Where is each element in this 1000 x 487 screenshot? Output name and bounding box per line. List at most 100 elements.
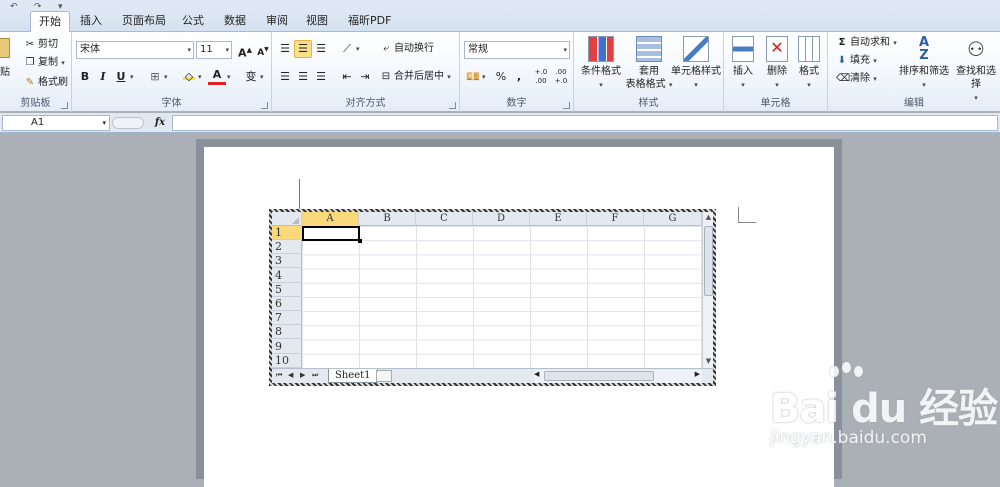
tab-foxit-pdf[interactable]: 福昕PDF	[340, 11, 399, 32]
chevron-down-icon[interactable]: ▾	[164, 73, 168, 81]
tab-view[interactable]: 视图	[298, 11, 336, 32]
format-cells-button[interactable]: 格式 ▾	[794, 36, 824, 92]
font-color-icon[interactable]: A	[208, 68, 226, 85]
currency-icon[interactable]: 💴	[464, 68, 482, 86]
tab-data[interactable]: 数据	[216, 11, 254, 32]
align-left-icon[interactable]: ☰	[276, 68, 294, 86]
copy-button[interactable]: ❐ 复制 ▾	[24, 54, 65, 72]
scroll-right-icon[interactable]: ▶	[695, 370, 700, 378]
align-middle-icon[interactable]: ☰	[294, 40, 312, 58]
first-sheet-icon[interactable]: ⏮	[276, 371, 282, 380]
merge-center-button[interactable]: ⊟ 合并后居中 ▾	[380, 68, 451, 86]
decrease-indent-icon[interactable]: ⇤	[338, 68, 356, 86]
row-header[interactable]: 3	[272, 254, 302, 269]
font-launcher-icon[interactable]	[261, 102, 268, 109]
row-header[interactable]: 5	[272, 283, 302, 297]
tab-insert[interactable]: 插入	[72, 11, 110, 32]
clear-button[interactable]: ⌫清除 ▾	[836, 70, 877, 88]
next-sheet-icon[interactable]: ▶	[300, 371, 305, 379]
tab-page-layout[interactable]: 页面布局	[114, 11, 174, 32]
find-select-button[interactable]: ⚇ 查找和选择 ▾	[952, 36, 1000, 105]
sort-filter-button[interactable]: AZ 排序和筛选 ▾	[898, 36, 950, 92]
italic-button[interactable]: I	[94, 68, 112, 86]
row-header[interactable]: 7	[272, 311, 302, 326]
number-format-select[interactable]: 常规 ▾	[464, 41, 570, 59]
column-header-e[interactable]: E	[530, 212, 587, 226]
row-header[interactable]: 9	[272, 340, 302, 354]
horizontal-scroll-thumb[interactable]	[544, 371, 654, 381]
increase-decimal-button[interactable]: +.0 .00	[532, 68, 550, 86]
horizontal-scrollbar[interactable]: ◀ ▶	[534, 370, 702, 383]
scroll-left-icon[interactable]: ◀	[534, 370, 539, 378]
chevron-down-icon[interactable]: ▾	[198, 73, 202, 81]
align-center-icon[interactable]: ☰	[294, 68, 312, 86]
embedded-spreadsheet[interactable]: A B C D E F G 1 2 3 4 5 6 7 8 9 10 ▲ ▼ ⏮…	[269, 209, 716, 386]
chevron-down-icon[interactable]: ▾	[130, 73, 134, 81]
insert-sheet-icon[interactable]	[376, 370, 392, 382]
vertical-scroll-thumb[interactable]	[704, 226, 713, 296]
orientation-icon[interactable]: ⟋	[338, 40, 356, 58]
font-size-select[interactable]: 11 ▾	[196, 41, 232, 59]
delete-cells-button[interactable]: ✕ 删除 ▾	[762, 36, 792, 92]
column-header-c[interactable]: C	[416, 212, 473, 226]
chevron-down-icon[interactable]: ▾	[260, 73, 264, 81]
number-launcher-icon[interactable]	[563, 102, 570, 109]
row-header[interactable]: 4	[272, 269, 302, 283]
decrease-decimal-button[interactable]: .00 +.0	[552, 68, 570, 86]
row-header[interactable]: 2	[272, 240, 302, 255]
scroll-down-icon[interactable]: ▼	[703, 357, 714, 365]
prev-sheet-icon[interactable]: ◀	[288, 371, 293, 379]
clipboard-launcher-icon[interactable]	[61, 102, 68, 109]
paste-button[interactable]: 贴	[0, 64, 10, 82]
row-header[interactable]: 10	[272, 354, 302, 368]
cell-grid[interactable]	[302, 226, 702, 368]
paste-icon[interactable]	[0, 38, 10, 58]
sheet-tab-sheet1[interactable]: Sheet1	[328, 369, 378, 383]
font-name-select[interactable]: 宋体 ▾	[76, 41, 194, 59]
formula-input[interactable]	[172, 115, 998, 131]
format-as-table-button[interactable]: 套用 表格格式 ▾	[624, 36, 674, 92]
column-header-b[interactable]: B	[359, 212, 416, 226]
underline-button[interactable]: U	[112, 68, 130, 86]
bold-button[interactable]: B	[76, 68, 94, 86]
tab-home[interactable]: 开始	[30, 11, 70, 33]
cut-button[interactable]: ✂ 剪切	[24, 36, 58, 54]
chevron-down-icon[interactable]: ▾	[356, 45, 360, 53]
row-header[interactable]: 8	[272, 325, 302, 340]
conditional-format-button[interactable]: 条件格式 ▾	[576, 36, 626, 92]
active-cell[interactable]	[302, 226, 362, 243]
row-header[interactable]: 6	[272, 297, 302, 311]
cell-styles-button[interactable]: 单元格样式 ▾	[670, 36, 722, 92]
name-box[interactable]: A1 ▾	[2, 115, 110, 131]
increase-indent-icon[interactable]: ⇥	[356, 68, 374, 86]
fill-button[interactable]: ⬇ 填充 ▾	[836, 52, 877, 70]
phonetic-guide-button[interactable]: 变	[242, 68, 260, 86]
chevron-down-icon[interactable]: ▾	[482, 73, 486, 81]
format-painter-button[interactable]: ✎ 格式刷	[24, 74, 68, 92]
scroll-up-icon[interactable]: ▲	[703, 213, 714, 221]
select-all-button[interactable]	[272, 212, 302, 226]
row-header[interactable]: 1	[272, 226, 302, 240]
fill-color-icon[interactable]: ◇	[180, 68, 198, 86]
autosum-button[interactable]: Σ 自动求和 ▾	[836, 34, 897, 52]
tab-review[interactable]: 审阅	[258, 11, 296, 32]
shrink-font-button[interactable]: A▼	[254, 41, 272, 59]
percent-button[interactable]: %	[492, 68, 510, 86]
align-top-icon[interactable]: ☰	[276, 40, 294, 58]
column-header-g[interactable]: G	[644, 212, 702, 226]
undo-icon[interactable]: ↶	[10, 2, 18, 12]
chevron-down-icon[interactable]: ▾	[227, 73, 231, 81]
comma-style-button[interactable]: ,	[510, 68, 528, 86]
border-icon[interactable]: ⊞	[146, 68, 164, 86]
last-sheet-icon[interactable]: ⏭	[312, 371, 318, 380]
tab-formulas[interactable]: 公式	[174, 11, 212, 32]
alignment-launcher-icon[interactable]	[449, 102, 456, 109]
column-header-a[interactable]: A	[302, 212, 359, 226]
align-right-icon[interactable]: ☰	[312, 68, 330, 86]
vertical-scrollbar[interactable]: ▲ ▼	[702, 212, 713, 368]
insert-cells-button[interactable]: 插入 ▾	[728, 36, 758, 92]
align-bottom-icon[interactable]: ☰	[312, 40, 330, 58]
wrap-text-button[interactable]: ⤶ 自动换行	[380, 40, 434, 58]
fx-icon[interactable]: fx	[150, 115, 170, 131]
formula-bar-splitter[interactable]	[112, 117, 144, 129]
